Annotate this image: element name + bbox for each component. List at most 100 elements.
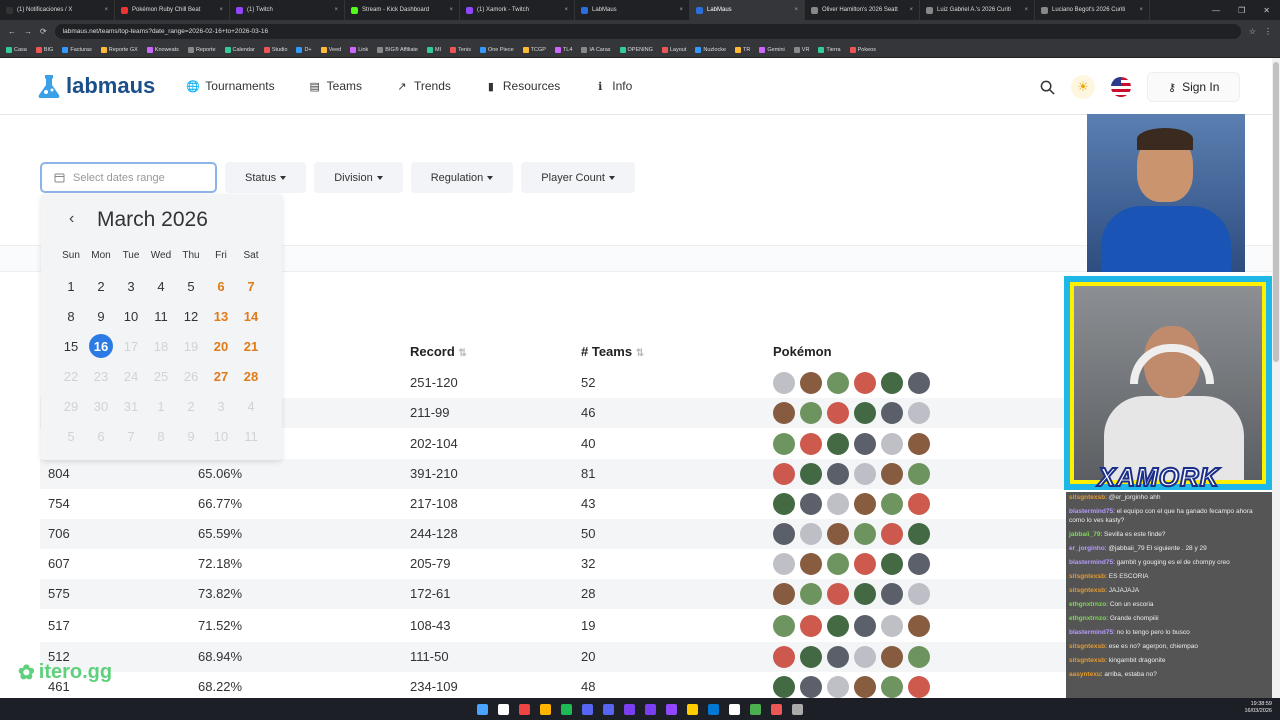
pokemon-sprite-icon[interactable] [908, 402, 930, 424]
close-tab-icon[interactable]: × [334, 7, 338, 13]
url-field[interactable]: labmaus.net/teams/top-teams?date_range=2… [54, 23, 1241, 39]
bookmark-item[interactable]: Reporte [187, 46, 216, 53]
taskbar-app-icon[interactable] [582, 703, 593, 715]
sign-in-button[interactable]: ⚷ Sign In [1147, 72, 1241, 102]
calendar-day[interactable]: 20 [206, 331, 236, 361]
pokemon-sprite-icon[interactable] [908, 646, 930, 668]
pokemon-sprite-icon[interactable] [908, 583, 930, 605]
sort-icon[interactable]: ⇅ [458, 348, 466, 359]
calendar-day[interactable]: 4 [146, 271, 176, 301]
pokemon-sprite-icon[interactable] [773, 553, 795, 575]
page-scrollbar[interactable] [1272, 58, 1280, 698]
bookmark-item[interactable]: Tenis [450, 46, 471, 53]
pokemon-sprite-icon[interactable] [773, 583, 795, 605]
taskbar-app-icon[interactable] [666, 703, 677, 715]
taskbar-app-icon[interactable] [645, 703, 656, 715]
pokemon-sprite-icon[interactable] [908, 615, 930, 637]
browser-tab[interactable]: Oliver Hamilton's 2026 Seatt × [805, 0, 920, 20]
taskbar-app-icon[interactable] [687, 703, 698, 715]
calendar-day[interactable]: 14 [236, 301, 266, 331]
table-row[interactable]: 517 71.52% 108-43 19 [40, 611, 1090, 641]
bookmark-item[interactable]: TCGP [522, 46, 546, 53]
previous-month-icon[interactable]: ‹ [69, 210, 74, 228]
taskbar-app-icon[interactable] [771, 703, 782, 715]
bookmark-item[interactable]: Pokeos [849, 46, 876, 53]
taskbar-app-icon[interactable] [729, 703, 740, 715]
bookmark-item[interactable]: Facturas [62, 46, 92, 53]
pokemon-sprite-icon[interactable] [773, 615, 795, 637]
browser-tab[interactable]: LabMaus × [690, 0, 805, 20]
theme-toggle-sun-icon[interactable]: ☀ [1071, 75, 1095, 99]
calendar-day[interactable]: 12 [176, 301, 206, 331]
close-tab-icon[interactable]: × [794, 7, 798, 13]
browser-tab[interactable]: Luiz Gabriel A.'s 2026 Curiti × [920, 0, 1035, 20]
taskbar-app-icon[interactable] [750, 703, 761, 715]
bookmark-item[interactable]: OPENING [619, 46, 653, 53]
browser-tab[interactable]: Luciano Begot's 2026 Curiti × [1035, 0, 1150, 20]
close-tab-icon[interactable]: × [564, 7, 568, 13]
pokemon-sprite-icon[interactable] [908, 463, 930, 485]
bookmark-item[interactable]: BIG [35, 46, 53, 53]
taskbar-app-icon[interactable] [540, 703, 551, 715]
pokemon-sprite-icon[interactable] [827, 583, 849, 605]
pokemon-sprite-icon[interactable] [881, 615, 903, 637]
bookmark-item[interactable]: TL4 [554, 46, 572, 53]
search-icon[interactable] [1040, 80, 1055, 95]
pokemon-sprite-icon[interactable] [854, 676, 876, 698]
pokemon-sprite-icon[interactable] [854, 402, 876, 424]
taskbar-app-icon[interactable] [498, 703, 509, 715]
bookmark-item[interactable]: TR [735, 46, 750, 53]
pokemon-sprite-icon[interactable] [881, 402, 903, 424]
pokemon-sprite-icon[interactable] [881, 583, 903, 605]
pokemon-sprite-icon[interactable] [854, 493, 876, 515]
date-range-input[interactable]: Select dates range [40, 162, 217, 193]
browser-tab[interactable]: (1) Xamork - Twitch × [460, 0, 575, 20]
calendar-day[interactable]: 13 [206, 301, 236, 331]
close-tab-icon[interactable]: × [679, 7, 683, 13]
bookmark-item[interactable]: MI [426, 46, 441, 53]
sort-icon[interactable]: ⇅ [636, 348, 644, 359]
close-tab-icon[interactable]: × [1139, 7, 1143, 13]
calendar-day[interactable]: 5 [176, 271, 206, 301]
pokemon-sprite-icon[interactable] [800, 615, 822, 637]
pokemon-sprite-icon[interactable] [881, 493, 903, 515]
pokemon-sprite-icon[interactable] [800, 523, 822, 545]
browser-tab[interactable]: Stream - Kick Dashboard × [345, 0, 460, 20]
bookmark-item[interactable]: One Piece [479, 46, 514, 53]
pokemon-sprite-icon[interactable] [881, 676, 903, 698]
taskbar-app-icon[interactable] [624, 703, 635, 715]
table-row[interactable]: 804 65.06% 391-210 81 [40, 459, 1090, 489]
player-count-filter-button[interactable]: Player Count [521, 162, 635, 193]
nav-item-info[interactable]: ℹ Info [594, 79, 632, 93]
pokemon-sprite-icon[interactable] [827, 463, 849, 485]
taskbar-app-icon[interactable] [603, 703, 614, 715]
pokemon-sprite-icon[interactable] [800, 583, 822, 605]
bookmark-item[interactable]: IA Caras [581, 46, 611, 53]
pokemon-sprite-icon[interactable] [854, 523, 876, 545]
pokemon-sprite-icon[interactable] [827, 615, 849, 637]
back-icon[interactable]: ← [8, 27, 16, 36]
calendar-day[interactable]: 28 [236, 361, 266, 391]
taskbar-app-icon[interactable] [561, 703, 572, 715]
calendar-day[interactable]: 8 [56, 301, 86, 331]
pokemon-sprite-icon[interactable] [827, 433, 849, 455]
pokemon-sprite-icon[interactable] [827, 493, 849, 515]
pokemon-sprite-icon[interactable] [854, 583, 876, 605]
pokemon-sprite-icon[interactable] [908, 676, 930, 698]
bookmark-item[interactable]: Veed [320, 46, 341, 53]
pokemon-sprite-icon[interactable] [881, 646, 903, 668]
pokemon-sprite-icon[interactable] [800, 493, 822, 515]
calendar-day[interactable]: 6 [206, 271, 236, 301]
browser-tab[interactable]: (1) Twitch × [230, 0, 345, 20]
pokemon-sprite-icon[interactable] [881, 372, 903, 394]
pokemon-sprite-icon[interactable] [800, 463, 822, 485]
bookmark-item[interactable]: Reporte GX [100, 46, 138, 53]
pokemon-sprite-icon[interactable] [800, 646, 822, 668]
pokemon-sprite-icon[interactable] [773, 433, 795, 455]
bookmark-item[interactable]: Layout [661, 46, 686, 53]
pokemon-sprite-icon[interactable] [908, 493, 930, 515]
pokemon-sprite-icon[interactable] [854, 463, 876, 485]
taskbar-app-icon[interactable] [519, 703, 530, 715]
table-row[interactable]: 461 68.22% 234-109 48 [40, 672, 1090, 698]
pokemon-sprite-icon[interactable] [773, 402, 795, 424]
